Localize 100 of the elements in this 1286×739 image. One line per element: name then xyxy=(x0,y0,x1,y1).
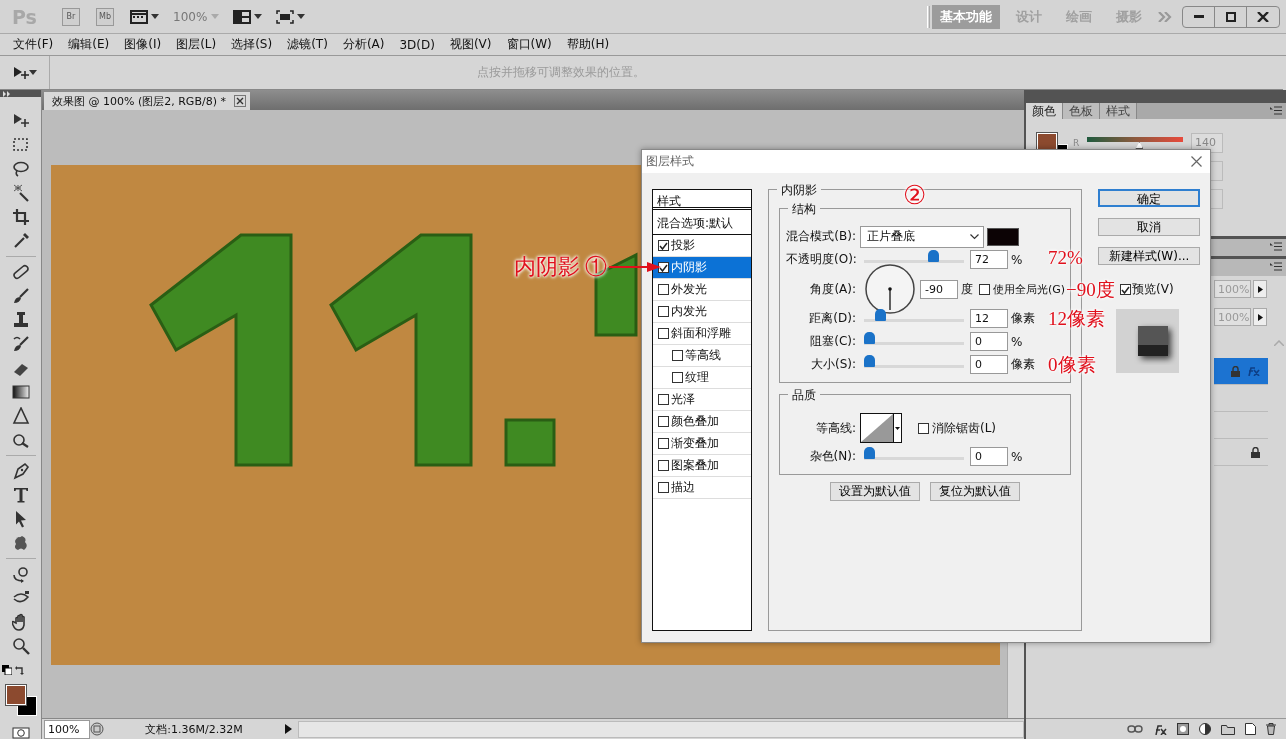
checkbox[interactable] xyxy=(658,328,669,339)
move-tool-icon[interactable] xyxy=(12,65,29,80)
checkbox[interactable] xyxy=(979,283,990,295)
checkbox[interactable] xyxy=(1120,284,1131,295)
lasso-icon[interactable] xyxy=(11,160,30,178)
blend-mode-dropdown[interactable]: 正片叠底 xyxy=(860,225,984,248)
style-item[interactable]: 渐变叠加 xyxy=(653,433,751,455)
expand-icon[interactable] xyxy=(3,90,11,97)
link-icon[interactable] xyxy=(1127,725,1143,733)
checkbox[interactable] xyxy=(658,306,669,317)
menu-item[interactable]: 3D(D) xyxy=(399,37,435,52)
style-item[interactable]: 内发光 xyxy=(653,301,751,323)
menu-item[interactable]: 帮助(H) xyxy=(566,36,610,53)
style-item[interactable]: 等高线 xyxy=(653,345,751,367)
screen-mode-icon[interactable] xyxy=(276,9,295,24)
bandage-icon[interactable] xyxy=(11,263,30,281)
style-item[interactable]: 描边 xyxy=(653,477,751,499)
dialog-button[interactable]: 新建样式(W)... xyxy=(1098,247,1200,265)
slider-thumb[interactable] xyxy=(864,447,875,459)
style-item[interactable]: 内阴影 xyxy=(653,257,751,279)
slider-thumb[interactable] xyxy=(864,355,875,367)
slider-thumb[interactable] xyxy=(874,309,886,321)
panel-tab[interactable]: 颜色 xyxy=(1026,103,1063,119)
launch-button[interactable]: Br xyxy=(62,7,80,26)
folder-icon[interactable] xyxy=(1221,723,1235,735)
checkbox[interactable] xyxy=(658,240,669,251)
effects-icon[interactable] xyxy=(1153,723,1167,735)
gradient-icon[interactable] xyxy=(11,383,30,401)
caret-icon[interactable] xyxy=(28,70,37,75)
flyout-button[interactable] xyxy=(1253,308,1267,326)
style-item[interactable]: 颜色叠加 xyxy=(653,411,751,433)
number-field[interactable]: -90 xyxy=(920,279,958,299)
play-icon[interactable] xyxy=(284,723,294,735)
style-item[interactable]: 图案叠加 xyxy=(653,455,751,477)
checkbox[interactable] xyxy=(658,416,669,427)
reset-button[interactable]: 复位为默认值 xyxy=(930,482,1020,501)
checkbox[interactable] xyxy=(658,284,669,295)
close-tab-button[interactable] xyxy=(233,95,246,107)
pen-icon[interactable] xyxy=(11,462,30,480)
menu-item[interactable]: 图层(L) xyxy=(176,36,217,53)
marquee-icon[interactable] xyxy=(11,136,30,154)
menu-item[interactable]: 编辑(E) xyxy=(68,36,110,53)
checkbox[interactable] xyxy=(672,350,683,361)
menu-item[interactable]: 窗口(W) xyxy=(506,36,552,53)
number-field[interactable]: 0 xyxy=(970,355,1008,374)
quick-mask-icon[interactable] xyxy=(11,727,30,739)
trash-icon[interactable] xyxy=(1266,723,1276,735)
zoom-field[interactable]: 100% xyxy=(44,719,90,739)
menu-item[interactable]: 滤镜(T) xyxy=(287,36,328,53)
menu-item[interactable]: 图像(I) xyxy=(124,36,162,53)
checkbox[interactable] xyxy=(658,460,669,471)
default-colors-icon[interactable] xyxy=(2,665,12,675)
style-item[interactable]: 纹理 xyxy=(653,367,751,389)
menu-item[interactable]: 文件(F) xyxy=(13,36,54,53)
number-field[interactable]: 12 xyxy=(970,309,1008,328)
flyout-button[interactable] xyxy=(1253,280,1267,298)
stamp-icon[interactable] xyxy=(11,311,30,329)
panel-tab[interactable]: 色板 xyxy=(1063,103,1100,119)
color-swatch[interactable] xyxy=(987,227,1019,246)
dialog-button[interactable]: 取消 xyxy=(1098,218,1200,236)
lock-icon[interactable] xyxy=(1251,446,1260,458)
dialog-button[interactable]: 确定 xyxy=(1098,189,1200,207)
type-tool-icon[interactable] xyxy=(11,486,30,504)
new-layer-icon[interactable] xyxy=(1245,723,1256,735)
style-item[interactable]: 斜面和浮雕 xyxy=(653,323,751,345)
crop-icon[interactable] xyxy=(11,208,30,226)
launch-button[interactable]: Mb xyxy=(96,7,114,26)
menu-item[interactable]: 选择(S) xyxy=(231,36,273,53)
checkbox[interactable] xyxy=(658,262,669,273)
caret-icon[interactable] xyxy=(254,14,263,19)
panel-tab[interactable]: 样式 xyxy=(1100,103,1137,119)
history-brush-icon[interactable] xyxy=(11,335,30,353)
number-field[interactable]: 0 xyxy=(970,332,1008,351)
swap-colors-icon[interactable] xyxy=(15,665,25,675)
panel-menu-icon[interactable] xyxy=(1270,242,1282,251)
number-field[interactable]: 0 xyxy=(970,447,1008,466)
slider-thumb[interactable] xyxy=(928,250,940,262)
caret-icon[interactable] xyxy=(151,14,159,19)
close-icon[interactable] xyxy=(1191,156,1202,167)
style-item[interactable]: 混合选项:默认 xyxy=(653,210,751,235)
adjustment-icon[interactable] xyxy=(1199,723,1211,735)
move-tool-icon[interactable] xyxy=(11,112,30,130)
document-tab[interactable]: 效果图 @ 100% (图层2, RGB/8) * xyxy=(44,92,250,110)
zoom-icon[interactable] xyxy=(11,637,30,655)
checkbox[interactable] xyxy=(672,372,683,383)
checkbox[interactable] xyxy=(918,422,929,434)
triangle-icon[interactable] xyxy=(11,407,30,425)
menu-item[interactable]: 分析(A) xyxy=(342,36,385,53)
style-item[interactable]: 光泽 xyxy=(653,389,751,411)
magic-wand-icon[interactable] xyxy=(11,184,30,202)
arrange-icon[interactable] xyxy=(130,9,148,24)
caret-icon[interactable] xyxy=(297,14,306,19)
number-field[interactable]: 72 xyxy=(970,250,1008,269)
checkbox[interactable] xyxy=(658,438,669,449)
mask-icon[interactable] xyxy=(1177,723,1189,735)
style-item[interactable]: 外发光 xyxy=(653,279,751,301)
layout-icon[interactable] xyxy=(233,9,252,24)
reset-button[interactable]: 设置为默认值 xyxy=(830,482,920,501)
status-info-icon[interactable] xyxy=(90,722,104,736)
horizontal-scrollbar[interactable] xyxy=(298,720,1024,738)
